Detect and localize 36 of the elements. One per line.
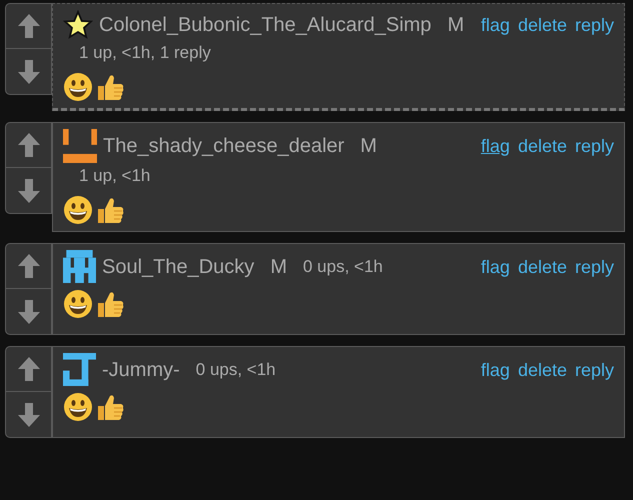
username[interactable]: The_shady_cheese_dealer (103, 131, 344, 161)
flag-link[interactable]: flag (480, 356, 510, 384)
delete-link[interactable]: delete (518, 356, 567, 384)
up-arrow-icon (16, 253, 40, 279)
up-arrow-icon (16, 132, 40, 158)
gender-label: M (360, 134, 377, 159)
flag-link[interactable]: flag (480, 252, 510, 280)
comment-meta: 0 ups, <1h (302, 256, 383, 278)
username[interactable]: Soul_The_Ducky (102, 252, 254, 282)
grinning-face-icon (63, 289, 93, 319)
delete-link[interactable]: delete (518, 11, 567, 39)
reply-link[interactable]: reply (574, 252, 614, 280)
flag-link[interactable]: flag (480, 132, 510, 160)
comment-meta: 1 up, <1h (79, 166, 150, 185)
delete-link[interactable]: delete (518, 252, 567, 280)
gender-label: M (447, 13, 464, 38)
star-icon (63, 10, 93, 40)
down-arrow-icon (16, 402, 40, 428)
down-arrow-icon (16, 298, 40, 324)
up-arrow-icon (16, 356, 40, 382)
flag-link[interactable]: flag (480, 11, 510, 39)
grinning-face-icon (63, 392, 93, 422)
username[interactable]: -Jummy- (102, 354, 180, 384)
grinning-face-icon (63, 195, 93, 225)
username[interactable]: Colonel_Bubonic_The_Alucard_Simp (99, 10, 432, 40)
up-arrow-icon (16, 13, 40, 39)
down-arrow-icon (16, 58, 40, 84)
reply-link[interactable]: reply (574, 11, 614, 39)
comment-meta: 0 ups, <1h (196, 358, 276, 380)
delete-link[interactable]: delete (518, 132, 567, 160)
reply-link[interactable]: reply (574, 132, 614, 160)
comment-meta: 1 up, <1h, 1 reply (79, 43, 211, 62)
down-arrow-icon (16, 178, 40, 204)
reply-link[interactable]: reply (574, 356, 614, 384)
grinning-face-icon (63, 72, 93, 102)
gender-label: M (270, 254, 287, 280)
